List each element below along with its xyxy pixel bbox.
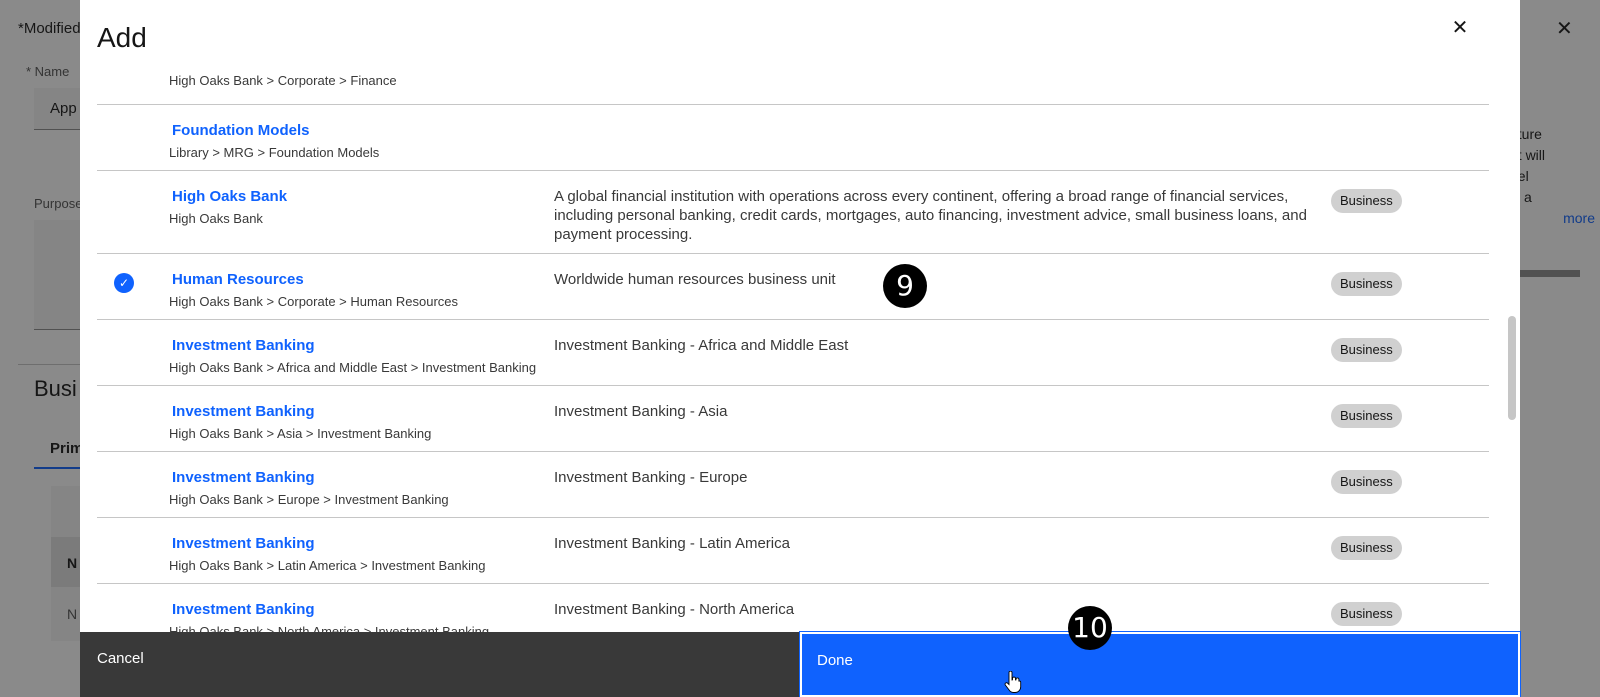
step-badge-9: 9 bbox=[883, 264, 927, 308]
list-item[interactable]: High Oaks Bank High Oaks Bank A global fin… bbox=[97, 171, 1489, 254]
item-description: Worldwide human resources business unit bbox=[554, 271, 836, 288]
item-name-link[interactable]: Human Resources bbox=[172, 271, 304, 288]
item-path: High Oaks Bank > Africa and Middle East … bbox=[169, 360, 537, 375]
item-name-link[interactable]: Investment Banking bbox=[172, 535, 315, 552]
add-modal: Add ✕ High Oaks Bank > Corporate > Finan… bbox=[80, 0, 1520, 697]
done-button[interactable]: Done bbox=[799, 631, 1521, 697]
list-item[interactable]: Investment Banking High Oaks Bank > Latin… bbox=[97, 518, 1489, 584]
scrollbar[interactable] bbox=[1508, 316, 1516, 420]
type-tag: Business bbox=[1331, 404, 1402, 428]
item-description: Investment Banking - North America bbox=[554, 601, 795, 618]
item-name-link[interactable]: Investment Banking bbox=[172, 337, 315, 354]
close-icon[interactable]: ✕ bbox=[1444, 12, 1476, 44]
list-item[interactable]: Foundation Models Library > MRG > Foundat… bbox=[97, 105, 1489, 171]
item-list: High Oaks Bank > Corporate > Finance Busi… bbox=[97, 72, 1489, 632]
item-name-link[interactable]: High Oaks Bank bbox=[172, 188, 287, 205]
type-tag: Business bbox=[1331, 338, 1402, 362]
item-name-link[interactable]: Investment Banking bbox=[172, 601, 315, 618]
item-path: High Oaks Bank > Corporate > Human Resou… bbox=[169, 294, 459, 309]
cancel-button[interactable]: Cancel bbox=[80, 632, 800, 697]
list-item[interactable]: Investment Banking High Oaks Bank > Asia … bbox=[97, 386, 1489, 452]
item-name-link[interactable]: Foundation Models bbox=[172, 122, 309, 139]
item-path: High Oaks Bank > Asia > Investment Banki… bbox=[169, 426, 432, 441]
checkmark-icon[interactable]: ✓ bbox=[114, 273, 134, 293]
item-name-link[interactable]: Investment Banking bbox=[172, 469, 315, 486]
list-item[interactable]: Investment Banking High Oaks Bank > North… bbox=[97, 584, 1489, 632]
step-badge-10: 10 bbox=[1068, 606, 1112, 650]
type-tag: Business bbox=[1331, 272, 1402, 296]
item-description: A global financial institution with oper… bbox=[554, 188, 1307, 243]
modal-footer: Cancel Done bbox=[80, 631, 1521, 697]
type-tag: Business bbox=[1331, 189, 1402, 213]
list-item[interactable]: ✓ Human Resources High Oaks Bank > Corpora… bbox=[97, 254, 1489, 320]
item-path: High Oaks Bank > Europe > Investment Ban… bbox=[169, 492, 449, 507]
item-description: Investment Banking - Europe bbox=[554, 469, 748, 486]
item-path: Library > MRG > Foundation Models bbox=[169, 145, 380, 160]
type-tag: Business bbox=[1331, 536, 1402, 560]
item-path: High Oaks Bank > North America > Investm… bbox=[169, 624, 490, 632]
item-description: Investment Banking - Africa and Middle E… bbox=[554, 337, 849, 354]
list-item[interactable]: High Oaks Bank > Corporate > FinanceBusi… bbox=[97, 72, 1489, 105]
list-item[interactable]: Investment Banking High Oaks Bank > Europ… bbox=[97, 452, 1489, 518]
item-description: Investment Banking - Latin America bbox=[554, 535, 790, 552]
type-tag: Business bbox=[1331, 470, 1402, 494]
hand-cursor-icon bbox=[1004, 671, 1022, 693]
list-item[interactable]: Investment Banking High Oaks Bank > Afric… bbox=[97, 320, 1489, 386]
item-path: High Oaks Bank > Latin America > Investm… bbox=[169, 558, 486, 573]
item-path: High Oaks Bank > Corporate > Finance bbox=[169, 73, 397, 88]
item-path: High Oaks Bank bbox=[169, 211, 263, 226]
item-description: Investment Banking - Asia bbox=[554, 403, 728, 420]
type-tag: Business bbox=[1331, 602, 1402, 626]
item-name-link[interactable]: Investment Banking bbox=[172, 403, 315, 420]
modal-title: Add bbox=[97, 22, 147, 53]
